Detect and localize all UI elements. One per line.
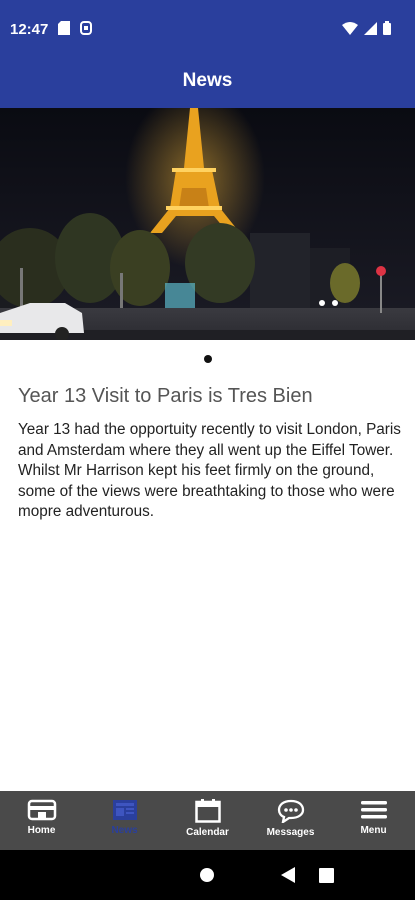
system-nav-buttons xyxy=(200,867,334,883)
eiffel-tower-photo xyxy=(0,108,415,340)
sim-icon xyxy=(80,21,92,35)
status-bar: 12:47 xyxy=(0,0,415,58)
tab-menu[interactable]: Menu xyxy=(332,791,415,850)
menu-icon xyxy=(360,801,387,819)
status-right-icons xyxy=(342,21,391,35)
app-bar: News xyxy=(0,58,415,108)
tab-messages-label: Messages xyxy=(266,827,315,838)
carousel-indicator[interactable] xyxy=(0,355,415,363)
back-icon[interactable] xyxy=(281,867,295,883)
article-title: Year 13 Visit to Paris is Tres Bien xyxy=(18,385,313,407)
recents-icon[interactable] xyxy=(319,868,334,883)
messages-icon xyxy=(277,799,304,823)
calendar-icon xyxy=(194,799,221,823)
page-title: News xyxy=(182,70,233,91)
home-icon xyxy=(27,799,56,821)
article-image[interactable] xyxy=(0,108,415,340)
tab-news-label: News xyxy=(111,825,138,836)
status-left-icons xyxy=(58,21,92,35)
tab-home-label: Home xyxy=(27,825,56,836)
system-nav-bar xyxy=(0,850,415,900)
tab-calendar[interactable]: Calendar xyxy=(166,791,249,850)
tab-home[interactable]: Home xyxy=(0,791,83,850)
article-body: Year 13 had the opportuity recently to v… xyxy=(18,421,401,520)
bottom-tab-bar: Home News Calendar Messages Menu xyxy=(0,791,415,850)
home-nav-icon[interactable] xyxy=(200,868,214,882)
tab-calendar-label: Calendar xyxy=(186,827,229,838)
battery-icon xyxy=(383,21,391,35)
carousel-dot-active[interactable] xyxy=(203,355,212,363)
tab-news[interactable]: News xyxy=(83,791,166,850)
wifi-icon xyxy=(342,21,358,35)
tab-menu-label: Menu xyxy=(360,825,387,836)
sd-card-icon xyxy=(58,21,70,35)
tab-messages[interactable]: Messages xyxy=(249,791,332,850)
signal-icon xyxy=(364,21,377,35)
status-time: 12:47 xyxy=(10,21,49,38)
news-icon xyxy=(112,800,137,820)
